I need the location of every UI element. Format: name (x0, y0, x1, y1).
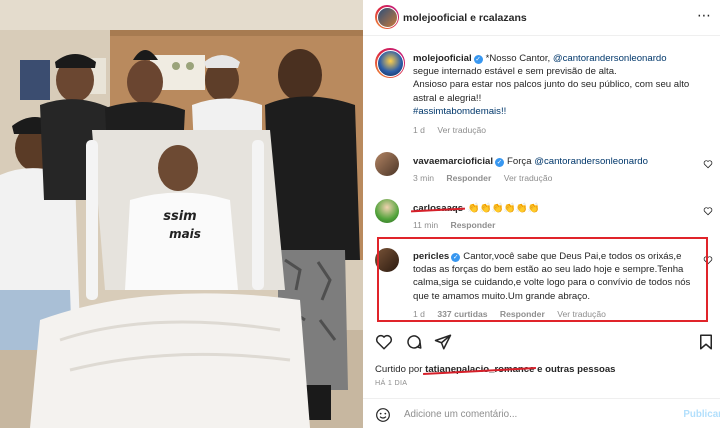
like-heart-icon[interactable] (375, 333, 393, 351)
emoji-icon[interactable] (375, 407, 391, 423)
bookmark-icon[interactable] (697, 333, 715, 351)
caption-line-2: segue internado estável e sem previsão d… (413, 66, 617, 78)
liked-by-user[interactable]: tatianepalacio_romance (425, 364, 534, 375)
comment-avatar[interactable] (375, 152, 399, 176)
comment-time[interactable]: 11 min (413, 220, 438, 230)
caption-username[interactable]: molejooficial (413, 53, 472, 64)
share-paper-plane-icon[interactable] (434, 333, 452, 351)
highlight-box (377, 237, 708, 322)
translate-link[interactable]: Ver tradução (504, 173, 553, 183)
verified-badge-icon: ✓ (495, 158, 505, 167)
caption-text-start: *Nosso Cantor, (485, 53, 553, 64)
comment-text: vavaemarcioficial ✓ Força @cantorandersonl… (413, 155, 707, 168)
comment-item: carlosaaqs 👏👏👏👏👏👏 11 min Responder (375, 199, 715, 233)
caption-avatar[interactable] (375, 48, 405, 78)
comment-username[interactable]: carlosaaqs (413, 203, 463, 214)
header-title[interactable]: molejooficial e rcalazans (403, 12, 527, 24)
comment-mention[interactable]: @cantorandersonleonardo (534, 156, 648, 167)
post-date[interactable]: HÁ 1 DIA (375, 378, 407, 387)
heart-icon[interactable] (703, 206, 713, 216)
liked-by-prefix: Curtido por (375, 364, 426, 375)
comment-username[interactable]: vavaemarcioficial (413, 156, 493, 167)
comment-meta: 3 min Responder Ver tradução (413, 173, 562, 183)
svg-text:mais: mais (169, 227, 201, 241)
caption-translate-link[interactable]: Ver tradução (437, 125, 486, 135)
post-side-panel: molejooficial e rcalazans ⋯ molejooficia… (363, 0, 720, 428)
caption-mention[interactable]: @cantorandersonleonardo (553, 53, 667, 64)
action-bar (375, 333, 715, 351)
comment-meta: 11 min Responder (413, 220, 505, 230)
publish-button[interactable]: Publicar (683, 409, 720, 420)
comment-text-start: Força (507, 156, 535, 167)
caption-text: molejooficial ✓ *Nosso Cantor, @cantorande… (413, 52, 707, 118)
liked-by: Curtido por tatianepalacio_romance e out… (375, 364, 616, 375)
hospital-group-photo: ssim mais (0, 0, 363, 428)
caption-line-3: Ansioso para estar nos palcos junto do s… (413, 79, 690, 104)
post-header: molejooficial e rcalazans ⋯ (363, 0, 720, 36)
heart-icon[interactable] (703, 159, 713, 169)
reply-button[interactable]: Responder (451, 220, 496, 230)
comment-time[interactable]: 3 min (413, 173, 434, 183)
comment-input[interactable]: Adicione um comentário... (404, 409, 517, 420)
verified-badge-icon: ✓ (473, 55, 483, 64)
liked-by-suffix[interactable]: e outras pessoas (534, 364, 615, 375)
comment-item: vavaemarcioficial ✓ Força @cantorandersonl… (375, 152, 715, 186)
caption-meta: 1 d Ver tradução (413, 125, 496, 135)
comment-bubble-icon[interactable] (405, 333, 423, 351)
post-photo[interactable]: ssim mais (0, 0, 363, 428)
add-comment-bar: Adicione um comentário... Publicar (363, 398, 720, 428)
reply-button[interactable]: Responder (446, 173, 491, 183)
post-caption: molejooficial ✓ *Nosso Cantor, @cantorande… (375, 48, 715, 138)
more-options-icon[interactable]: ⋯ (694, 8, 714, 22)
svg-text:ssim: ssim (163, 209, 196, 224)
comment-avatar[interactable] (375, 199, 399, 223)
caption-hashtag[interactable]: #assimtabomdemais!! (413, 106, 506, 117)
comment-emojis: 👏👏👏👏👏👏 (467, 203, 540, 214)
header-avatar[interactable] (375, 5, 399, 29)
caption-time[interactable]: 1 d (413, 125, 425, 135)
comment-text: carlosaaqs 👏👏👏👏👏👏 (413, 202, 707, 215)
